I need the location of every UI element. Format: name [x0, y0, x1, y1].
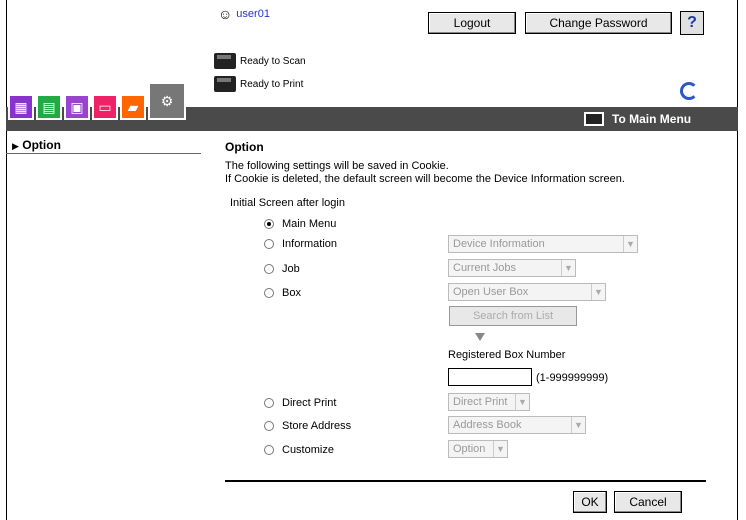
mode-tabs: ▦ ▤ ▣ ▭ ▰ ⚙	[8, 82, 186, 120]
description-line-2: If Cookie is deleted, the default screen…	[225, 173, 625, 185]
option-direct-print[interactable]: Direct Print	[264, 397, 336, 409]
chevron-down-icon: ▼	[623, 236, 637, 252]
option-label: Box	[282, 287, 301, 299]
radio-main-menu[interactable]	[264, 219, 274, 229]
radio-customize[interactable]	[264, 445, 274, 455]
radio-direct-print[interactable]	[264, 398, 274, 408]
option-customize[interactable]: Customize	[264, 444, 334, 456]
chevron-down-icon: ▼	[515, 394, 529, 410]
change-password-button[interactable]: Change Password	[525, 12, 672, 34]
sidebar-divider	[6, 153, 201, 154]
registered-box-label: Registered Box Number	[448, 349, 566, 361]
option-store-address[interactable]: Store Address	[264, 420, 351, 432]
logout-button[interactable]: Logout	[428, 12, 516, 34]
initial-screen-label: Initial Screen after login	[230, 197, 345, 209]
chevron-down-icon: ▼	[591, 284, 605, 300]
tab-information-icon[interactable]: ▤	[36, 94, 62, 120]
box-number-range: (1-999999999)	[536, 372, 609, 384]
option-box[interactable]: Box	[264, 287, 301, 299]
option-job[interactable]: Job	[264, 263, 300, 275]
box-select-value: Open User Box	[453, 286, 529, 298]
tab-job-icon[interactable]: ▦	[8, 94, 34, 120]
radio-box[interactable]	[264, 288, 274, 298]
chevron-right-icon: ▶	[12, 141, 19, 151]
user-icon: ☺	[218, 6, 233, 22]
search-from-list-button[interactable]: Search from List	[449, 306, 577, 326]
page-frame	[6, 0, 738, 520]
direct-print-select-value: Direct Print	[453, 396, 508, 408]
option-label: Direct Print	[282, 397, 337, 409]
option-label: Job	[282, 263, 300, 275]
printer-icon	[214, 76, 236, 92]
to-main-menu-link[interactable]: To Main Menu	[584, 112, 691, 126]
direct-print-select[interactable]: Direct Print ▼	[448, 393, 530, 411]
cancel-button[interactable]: Cancel	[614, 491, 682, 513]
refresh-icon[interactable]	[680, 82, 698, 100]
chevron-down-icon: ▼	[493, 441, 507, 457]
job-select[interactable]: Current Jobs ▼	[448, 259, 576, 277]
option-label: Information	[282, 238, 338, 250]
footer-divider	[225, 480, 706, 482]
sidebar-item-label: Option	[22, 138, 61, 152]
radio-information[interactable]	[264, 239, 274, 249]
box-number-input[interactable]	[448, 368, 532, 386]
description-line-1: The following settings will be saved in …	[225, 160, 449, 172]
main-menu-icon	[584, 112, 604, 126]
user-name[interactable]: user01	[236, 8, 270, 20]
tab-option-gear-icon[interactable]: ⚙	[148, 82, 186, 120]
job-select-value: Current Jobs	[453, 262, 516, 274]
radio-job[interactable]	[264, 264, 274, 274]
option-label: Store Address	[282, 420, 352, 432]
arrow-down-icon	[475, 333, 485, 341]
scan-status: Ready to Scan	[214, 53, 306, 69]
chevron-down-icon: ▼	[561, 260, 575, 276]
radio-store-address[interactable]	[264, 421, 274, 431]
ok-button[interactable]: OK	[573, 491, 607, 513]
user-area: ☺ user01	[218, 6, 270, 22]
information-select-value: Device Information	[453, 238, 545, 250]
box-select[interactable]: Open User Box ▼	[448, 283, 606, 301]
store-address-select[interactable]: Address Book ▼	[448, 416, 586, 434]
print-status-text: Ready to Print	[240, 78, 304, 90]
print-status: Ready to Print	[214, 76, 303, 92]
scanner-icon	[214, 53, 236, 69]
tab-address-icon[interactable]: ▰	[120, 94, 146, 120]
option-label: Customize	[282, 444, 334, 456]
customize-select[interactable]: Option ▼	[448, 440, 508, 458]
customize-select-value: Option	[453, 443, 486, 455]
help-icon[interactable]: ?	[680, 11, 704, 35]
option-main-menu[interactable]: Main Menu	[264, 218, 336, 230]
page-title: Option	[225, 140, 264, 154]
sidebar-item-option[interactable]: ▶ Option	[6, 136, 201, 154]
description: The following settings will be saved in …	[225, 160, 625, 186]
scan-status-text: Ready to Scan	[240, 55, 306, 67]
tab-box-icon[interactable]: ▣	[64, 94, 90, 120]
chevron-down-icon: ▼	[571, 417, 585, 433]
tab-print-icon[interactable]: ▭	[92, 94, 118, 120]
option-information[interactable]: Information	[264, 238, 337, 250]
to-main-menu-label: To Main Menu	[612, 112, 692, 126]
store-address-select-value: Address Book	[453, 419, 522, 431]
information-select[interactable]: Device Information ▼	[448, 235, 638, 253]
option-label: Main Menu	[282, 218, 337, 230]
